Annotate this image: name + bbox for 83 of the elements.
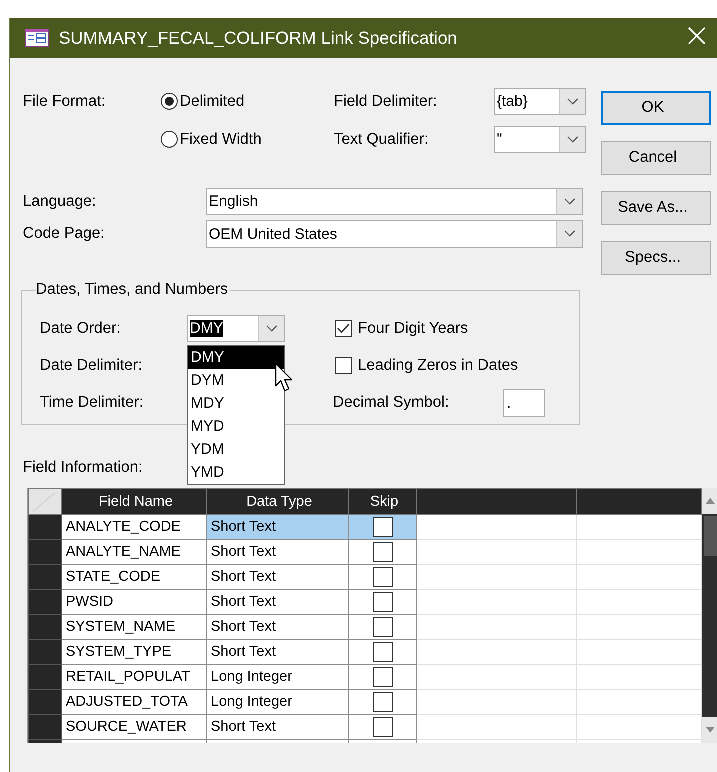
skip-checkbox[interactable]: [372, 567, 392, 587]
dropdown-option[interactable]: DMY: [188, 346, 284, 369]
scrollbar[interactable]: [702, 488, 717, 743]
field-label: Date Order:: [40, 320, 122, 338]
skip-checkbox[interactable]: [372, 692, 392, 712]
field-label: Field Delimiter:: [334, 92, 438, 110]
close-icon: [688, 27, 706, 45]
scroll-up-icon[interactable]: [706, 498, 715, 504]
table-form-icon: [25, 29, 49, 47]
table-cell: Short Text: [206, 614, 348, 640]
field-label: Field Information:: [23, 460, 143, 476]
dialog-button[interactable]: Cancel: [601, 141, 711, 175]
table-cell: Short Text: [206, 540, 348, 564]
chevron-down-icon: [566, 98, 578, 106]
row-selector[interactable]: [28, 564, 62, 590]
table-cell: Long Integer: [206, 664, 348, 690]
skip-checkbox[interactable]: [372, 592, 392, 612]
window-title: SUMMARY_FECAL_COLIFORM Link Specification: [59, 28, 458, 48]
dialog-button[interactable]: OK: [601, 91, 711, 125]
field-label: Language:: [23, 192, 98, 210]
table-cell: Short Text: [206, 714, 348, 740]
field-label: Text Qualifier:: [334, 130, 430, 148]
row-selector[interactable]: [28, 514, 62, 540]
code-page-dropdown[interactable]: OEM United States: [206, 220, 583, 248]
field-label: Time Delimiter:: [40, 394, 145, 412]
skip-checkbox[interactable]: [372, 642, 392, 662]
chevron-down-icon: [266, 324, 278, 332]
dialog-button[interactable]: Specs...: [601, 241, 711, 275]
dropdown-option[interactable]: YDM: [188, 438, 284, 461]
radio-option[interactable]: Fixed Width: [161, 130, 334, 148]
table-cell: STATE_CODE: [62, 564, 206, 590]
field-label: Date Delimiter:: [40, 356, 144, 374]
checkmark-icon: [337, 323, 350, 334]
language-dropdown[interactable]: English: [206, 188, 583, 215]
skip-checkbox[interactable]: [372, 667, 392, 687]
field-label: Code Page:: [23, 225, 106, 243]
table-cell: Short Text: [206, 564, 348, 590]
dropdown-option[interactable]: MYD: [188, 415, 284, 438]
skip-checkbox[interactable]: [372, 717, 392, 737]
skip-checkbox[interactable]: [372, 517, 392, 537]
table-cell: Short Text: [206, 514, 348, 540]
radio-option[interactable]: Delimited: [161, 92, 334, 110]
decimal-symbol-field[interactable]: .: [503, 389, 545, 417]
row-selector[interactable]: [28, 540, 62, 564]
table-cell: SOURCE_WATER: [62, 714, 206, 740]
dropdown-option[interactable]: MDY: [188, 392, 284, 415]
checkbox-option[interactable]: Leading Zeros in Dates: [335, 356, 575, 374]
row-selector[interactable]: [28, 690, 62, 714]
column-header[interactable]: Data Type: [206, 488, 348, 514]
table-cell: Long Integer: [206, 690, 348, 714]
row-selector[interactable]: [28, 664, 62, 690]
text-qualifier-dropdown[interactable]: ": [494, 126, 586, 153]
row-selector[interactable]: [28, 714, 62, 740]
table-cell: PWSID: [62, 590, 206, 614]
date-order-dropdown[interactable]: DMY: [187, 315, 285, 342]
chevron-down-icon: [564, 198, 576, 206]
checkbox-option[interactable]: Four Digit Years: [335, 320, 575, 338]
table-cell: SYSTEM_TYPE: [62, 640, 206, 664]
select-all-corner[interactable]: [28, 488, 62, 514]
table-cell: Short Text: [206, 640, 348, 664]
table-cell: ANALYTE_NAME: [62, 540, 206, 564]
row-selector[interactable]: [28, 590, 62, 614]
skip-checkbox[interactable]: [372, 542, 392, 562]
chevron-down-icon: [564, 230, 576, 238]
field-delimiter-dropdown[interactable]: {tab}: [494, 88, 586, 115]
scroll-down-icon[interactable]: [706, 727, 715, 733]
table-cell: RETAIL_POPULAT: [62, 664, 206, 690]
table-cell: SYSTEM_NAME: [62, 614, 206, 640]
table-cell: ANALYTE_CODE: [62, 514, 206, 540]
field-label: Decimal Symbol:: [333, 394, 450, 412]
skip-checkbox[interactable]: [372, 617, 392, 637]
row-selector[interactable]: [28, 640, 62, 664]
chevron-down-icon: [566, 136, 578, 144]
column-header[interactable]: Field Name: [62, 488, 206, 514]
table-cell: Short Text: [206, 590, 348, 614]
scrollbar-thumb[interactable]: [704, 516, 717, 556]
table-cell: ADJUSTED_TOTA: [62, 690, 206, 714]
dialog-button[interactable]: Save As...: [601, 191, 711, 225]
column-header[interactable]: Skip: [348, 488, 416, 514]
field-label: File Format:: [23, 92, 107, 110]
row-selector[interactable]: [28, 614, 62, 640]
group-title: Dates, Times, and Numbers: [36, 281, 230, 299]
dropdown-option[interactable]: YMD: [188, 461, 284, 484]
